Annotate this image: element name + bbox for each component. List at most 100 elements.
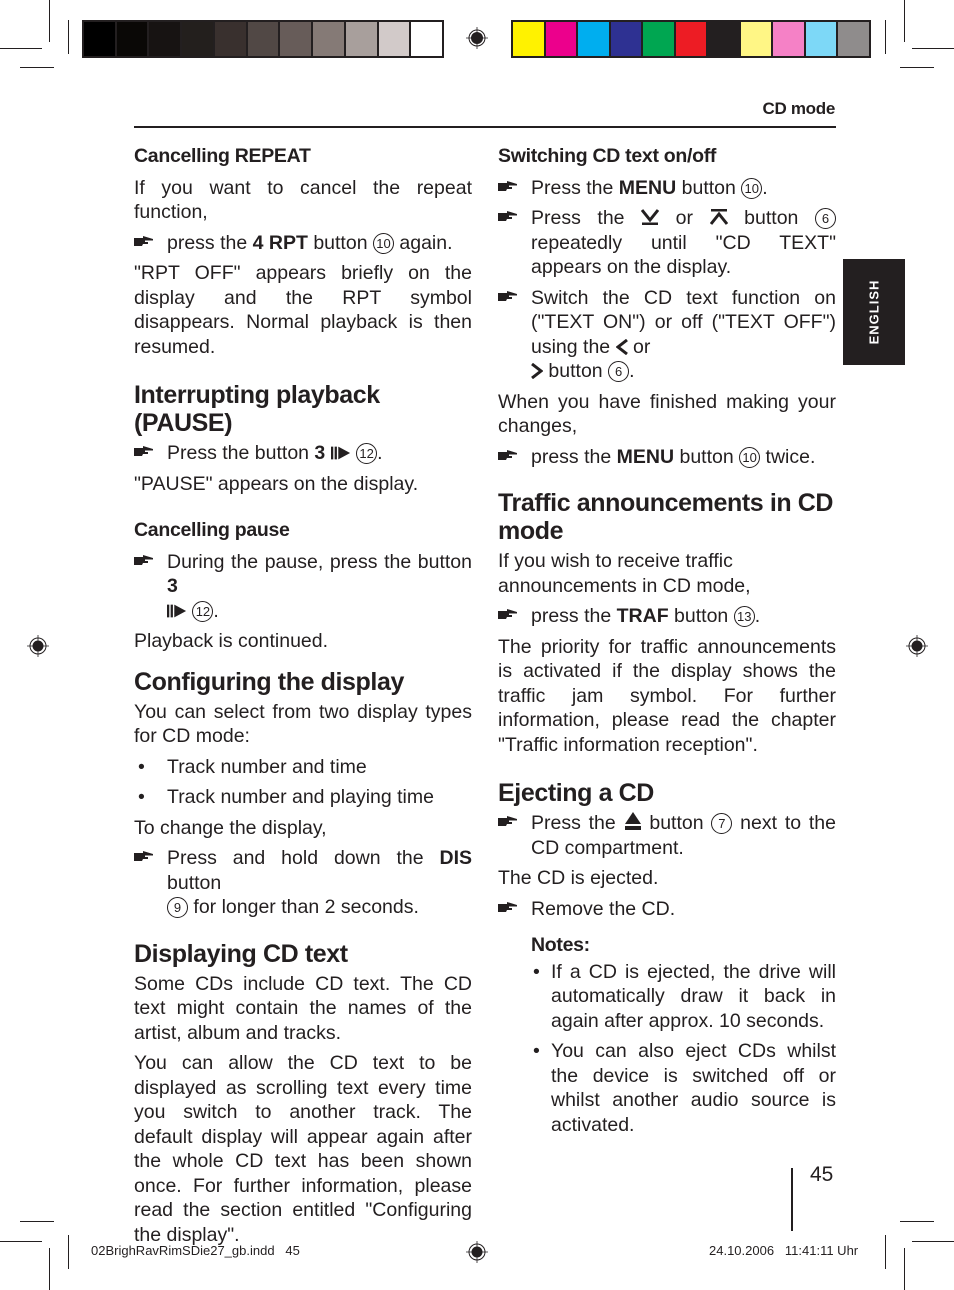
crop-mark xyxy=(20,1221,54,1222)
color-swatch xyxy=(771,22,804,56)
running-header: CD mode xyxy=(762,99,835,118)
list-item: Track number and playing time xyxy=(134,785,472,810)
pointing-hand-icon xyxy=(498,448,518,462)
color-swatch xyxy=(84,22,115,56)
instruction-step: Press the button 7 next to the CD compar… xyxy=(498,811,836,860)
callout-number: 12 xyxy=(356,443,378,464)
pointing-hand-icon xyxy=(498,607,518,621)
language-tab: ENGLISH xyxy=(843,259,905,365)
paragraph: You can allow the CD text to be displaye… xyxy=(134,1052,472,1246)
instruction-step: Press the or button 6 repeatedly until "… xyxy=(498,206,836,280)
color-swatch xyxy=(836,22,870,56)
instruction-step: During the pause, press the button 3 12. xyxy=(134,550,472,624)
color-swatch xyxy=(673,22,707,56)
page-number-rule xyxy=(791,1168,793,1231)
instruction-step: Press and hold down the DIS button 9 for… xyxy=(134,846,472,920)
pointing-hand-icon xyxy=(498,900,518,914)
crop-mark xyxy=(885,1235,886,1269)
process-color-bar xyxy=(511,20,871,58)
registration-mark-icon xyxy=(466,27,488,49)
registration-mark-icon xyxy=(906,635,928,657)
note-item: You can also eject CDs whilst the device… xyxy=(531,1039,836,1137)
instruction-step: Press the MENU button 10. xyxy=(498,176,836,201)
arrow-right-icon xyxy=(531,363,543,379)
crop-mark xyxy=(904,0,905,42)
paragraph: When you have finished making your chang… xyxy=(498,390,836,438)
notes-block: Notes: If a CD is ejected, the drive wil… xyxy=(498,933,836,1137)
callout-number: 10 xyxy=(372,232,394,254)
notes-label: Notes: xyxy=(531,934,590,956)
right-column: Switching CD text on/off Press the MENU … xyxy=(498,144,836,1143)
arrow-down-icon xyxy=(641,209,660,225)
pause-play-icon xyxy=(167,603,187,619)
pointing-hand-icon xyxy=(134,234,154,248)
color-swatch xyxy=(576,22,609,56)
page-number: 45 xyxy=(810,1163,834,1186)
instruction-step: press the TRAF button 13. xyxy=(498,604,836,629)
heading-traffic-announcements: Traffic announcements in CD mode xyxy=(498,489,834,545)
arrow-up-icon xyxy=(709,209,728,225)
pause-play-icon xyxy=(331,445,351,461)
crop-mark xyxy=(900,67,934,68)
crop-mark xyxy=(49,0,50,42)
crop-mark xyxy=(885,20,886,54)
heading-configuring-display: Configuring the display xyxy=(134,667,404,696)
heading-cancelling-pause: Cancelling pause xyxy=(134,519,290,541)
crop-mark xyxy=(68,20,69,54)
color-swatch xyxy=(641,22,674,56)
color-swatch xyxy=(738,22,772,56)
language-tab-label: ENGLISH xyxy=(866,279,882,345)
heading-interrupting-playback: Interrupting playback (PAUSE) xyxy=(134,381,380,437)
crop-mark xyxy=(0,48,42,49)
slug-date: 24.10.2006 11:41:11 Uhr xyxy=(709,1243,859,1258)
crop-mark xyxy=(904,1248,905,1290)
color-swatch xyxy=(343,22,377,56)
color-swatch xyxy=(608,22,642,56)
eject-icon xyxy=(624,812,641,830)
instruction-step: Remove the CD. xyxy=(498,897,836,922)
left-column: Cancelling REPEAT If you want to cancel … xyxy=(134,144,472,1247)
grayscale-color-bar xyxy=(82,20,444,58)
pointing-hand-icon xyxy=(498,289,518,303)
paragraph: To change the display, xyxy=(134,816,327,839)
paragraph: Playback is continued. xyxy=(134,630,329,652)
color-swatch xyxy=(706,22,739,56)
color-swatch xyxy=(543,22,577,56)
paragraph: The priority for traffic announcements i… xyxy=(498,635,836,756)
crop-mark xyxy=(900,1221,934,1222)
crop-mark xyxy=(0,1241,42,1242)
note-item: If a CD is ejected, the drive will autom… xyxy=(531,960,836,1034)
color-swatch xyxy=(513,22,544,56)
color-swatch xyxy=(147,22,181,56)
instruction-step: press the MENU button 10 twice. xyxy=(498,445,836,470)
callout-number: 9 xyxy=(167,897,188,918)
callout-number: 10 xyxy=(739,446,761,468)
paragraph: "RPT OFF" appears briefly on the display… xyxy=(134,262,472,358)
color-swatch xyxy=(311,22,344,56)
button-name: 4 RPT xyxy=(252,231,308,254)
pointing-hand-icon xyxy=(498,179,518,193)
slug-file: 02BrighRavRimSDie27_gb.indd 45 xyxy=(91,1243,300,1258)
header-rule xyxy=(134,126,836,128)
instruction-step: Switch the CD text function on ("TEXT ON… xyxy=(498,286,836,384)
color-swatch xyxy=(278,22,312,56)
paragraph: "PAUSE" appears on the display. xyxy=(134,472,419,495)
pointing-hand-icon xyxy=(134,444,154,458)
callout-number: 10 xyxy=(741,177,763,199)
crop-mark xyxy=(912,1241,954,1242)
crop-mark xyxy=(912,48,954,49)
paragraph: Some CDs include CD text. The CD text mi… xyxy=(134,972,472,1044)
registration-mark-icon xyxy=(27,635,49,657)
paragraph: You can select from two display types fo… xyxy=(134,700,472,748)
pointing-hand-icon xyxy=(134,553,154,567)
callout-number: 6 xyxy=(608,361,630,382)
callout-number: 7 xyxy=(711,813,733,834)
color-swatch xyxy=(245,22,279,56)
instruction-step: press the 4 RPT button 10 again. xyxy=(134,231,472,256)
crop-mark xyxy=(49,1248,50,1290)
color-swatch xyxy=(212,22,246,56)
paragraph: If you wish to receive traffic announcem… xyxy=(498,550,751,597)
instruction-step: Press the button 3 12. xyxy=(134,441,472,466)
callout-number: 12 xyxy=(192,600,214,622)
color-swatch xyxy=(803,22,837,56)
